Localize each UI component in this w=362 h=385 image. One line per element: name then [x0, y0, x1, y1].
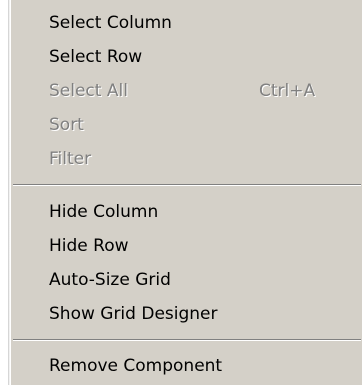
menu-item-label: Filter [49, 149, 92, 169]
menu-item-hide-column[interactable]: Hide Column [11, 195, 362, 229]
menu-item-label: Remove Component [49, 356, 223, 376]
menu-item-remove-component[interactable]: Remove Component [11, 349, 362, 383]
menu-item-show-grid-designer[interactable]: Show Grid Designer [11, 297, 362, 331]
menu-item-label: Select All [49, 81, 128, 101]
menu-separator [13, 339, 361, 341]
menu-item-filter: Filter [11, 142, 362, 176]
menu-item-select-column[interactable]: Select Column [11, 6, 362, 40]
menu-item-sort: Sort [11, 108, 362, 142]
menu-item-label: Select Row [49, 47, 143, 67]
menu-item-label: Select Column [49, 13, 172, 33]
menu-item-label: Hide Row [49, 236, 129, 256]
menu-item-label: Sort [49, 115, 84, 135]
menu-item-select-row[interactable]: Select Row [11, 40, 362, 74]
menu-item-label: Hide Column [49, 202, 159, 222]
menu-separator [13, 184, 361, 186]
menu-item-label: Auto-Size Grid [49, 270, 171, 290]
menu-item-shortcut: Ctrl+A [259, 81, 316, 101]
context-menu: Select Column Select Row Select All Ctrl… [10, 0, 362, 385]
menu-item-select-all: Select All Ctrl+A [11, 74, 362, 108]
menu-item-hide-row[interactable]: Hide Row [11, 229, 362, 263]
menu-item-auto-size-grid[interactable]: Auto-Size Grid [11, 263, 362, 297]
menu-item-label: Show Grid Designer [49, 304, 218, 324]
